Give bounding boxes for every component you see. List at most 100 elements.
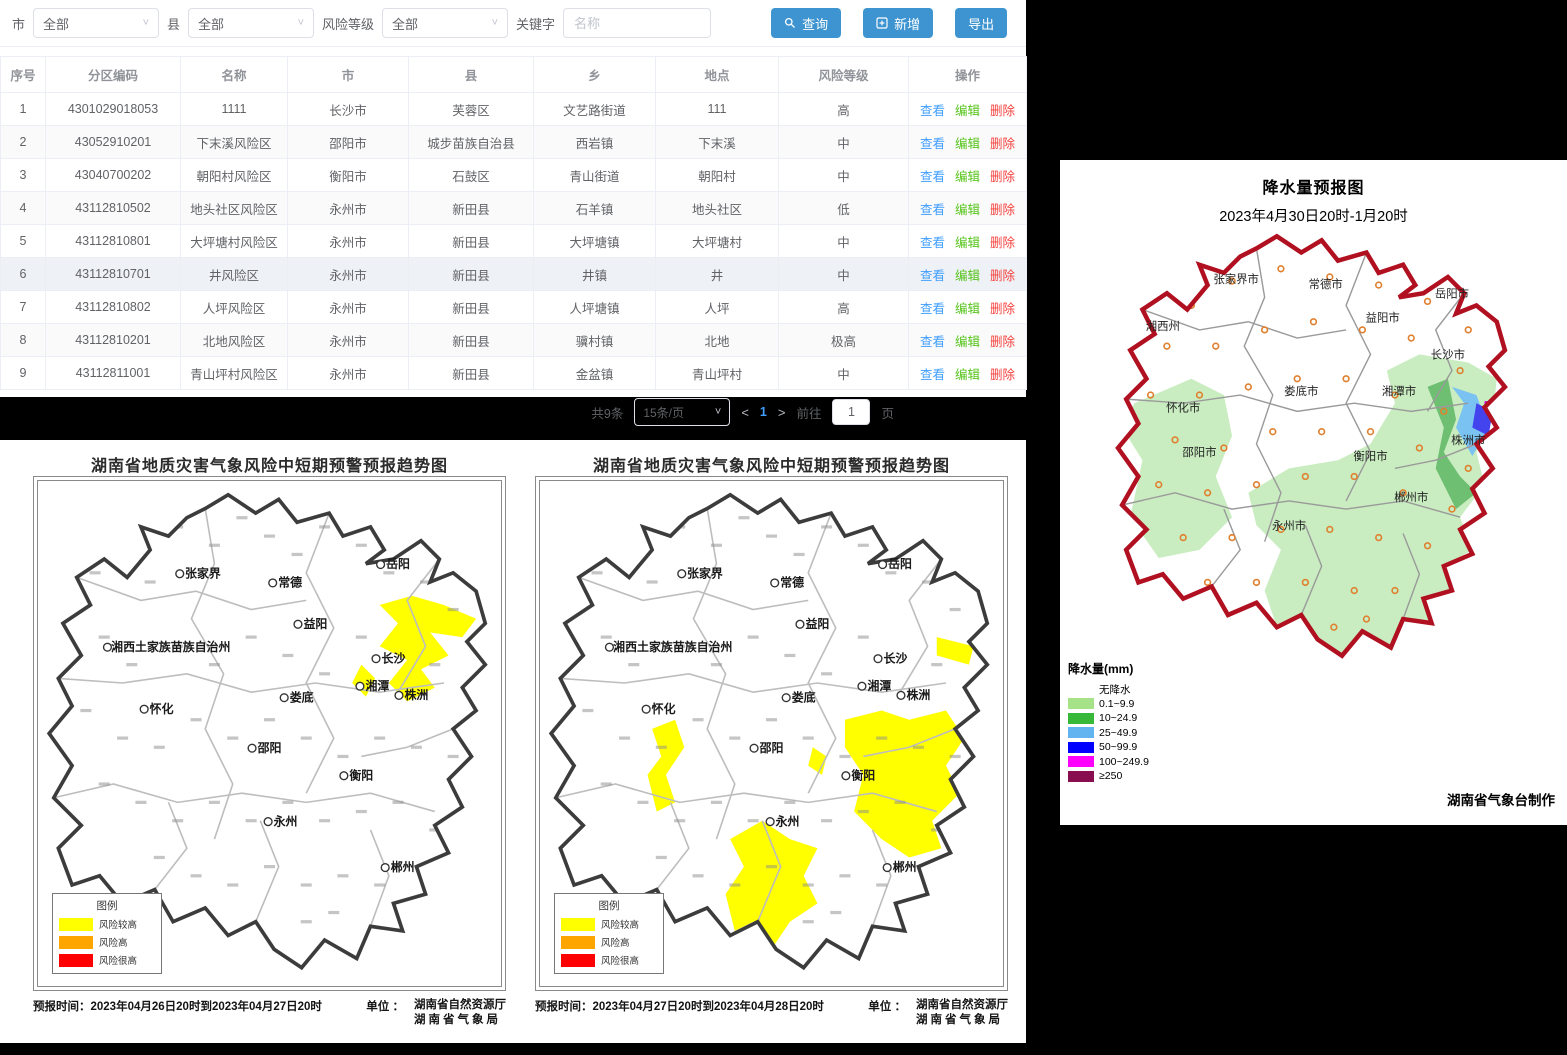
table-cell: 中 — [779, 258, 909, 291]
page-size-select[interactable]: 15条/页 ˅ — [634, 398, 730, 426]
table-cell: 人坪风险区 — [181, 291, 288, 324]
table-cell: 石羊镇 — [534, 192, 656, 225]
plus-square-icon — [876, 17, 888, 29]
table-row: 243052910201下末溪风险区邵阳市城步苗族自治县西岩镇下末溪中查看编辑删… — [1, 126, 1027, 159]
goto-page-input[interactable] — [832, 399, 870, 425]
table-cell: 城步苗族自治县 — [409, 126, 534, 159]
table-cell: 大坪塘镇 — [534, 225, 656, 258]
figure-frame: 张家界常德岳阳湘西土家族苗族自治州益阳长沙湘潭株洲娄底怀化邵阳衡阳永州郴州 图例… — [535, 476, 1008, 991]
legend-swatch — [1068, 771, 1094, 782]
next-page-button[interactable]: > — [778, 405, 786, 420]
table-cell: 青山街道 — [534, 159, 656, 192]
precip-legend-title: 降水量(mm) — [1068, 660, 1149, 677]
keyword-input[interactable] — [563, 8, 711, 38]
delete-link[interactable]: 删除 — [990, 236, 1015, 250]
edit-link[interactable]: 编辑 — [955, 137, 980, 151]
current-page[interactable]: 1 — [760, 405, 767, 419]
view-link[interactable]: 查看 — [920, 368, 945, 382]
table-cell: 朝阳村 — [656, 159, 779, 192]
legend-label: 风险高 — [601, 935, 630, 949]
filter-bar: 市 全部 ˅ 县 全部 ˅ 风险等级 全部 ˅ 关键字 查询 — [0, 0, 1026, 47]
svg-text:常德: 常德 — [780, 576, 804, 590]
delete-link[interactable]: 删除 — [990, 269, 1015, 283]
svg-text:株洲: 株洲 — [404, 688, 428, 702]
legend-label: 100~249.9 — [1099, 756, 1149, 768]
keyword-filter-label: 关键字 — [516, 14, 555, 33]
table-cell: 大坪塘村风险区 — [181, 225, 288, 258]
legend-label: 25~49.9 — [1099, 727, 1137, 739]
svg-text:张家界市: 张家界市 — [1213, 272, 1259, 286]
edit-link[interactable]: 编辑 — [955, 104, 980, 118]
edit-link[interactable]: 编辑 — [955, 269, 980, 283]
svg-text:岳阳: 岳阳 — [386, 557, 410, 571]
table-cell: 6 — [1, 258, 46, 291]
view-link[interactable]: 查看 — [920, 236, 945, 250]
svg-text:郴州: 郴州 — [391, 860, 415, 874]
svg-text:湘潭市: 湘潭市 — [1382, 384, 1416, 398]
forecast-time: 预报时间：2023年04月27日20时到2023年04月28日20时 — [535, 998, 824, 1028]
edit-link[interactable]: 编辑 — [955, 335, 980, 349]
chevron-down-icon: ˅ — [298, 17, 304, 29]
legend-swatch — [1068, 713, 1094, 724]
view-link[interactable]: 查看 — [920, 203, 945, 217]
table-cell: 永州市 — [288, 291, 409, 324]
goto-label: 前往 — [796, 403, 821, 422]
svg-text:张家界: 张家界 — [687, 566, 723, 580]
figure-title: 湖南省地质灾害气象风险中短期预警预报趋势图 — [33, 452, 506, 474]
legend-label: 0.1~9.9 — [1099, 698, 1134, 710]
actions-cell: 查看编辑删除 — [909, 93, 1027, 126]
view-link[interactable]: 查看 — [920, 335, 945, 349]
county-select[interactable]: 全部 ˅ — [188, 8, 314, 38]
delete-link[interactable]: 删除 — [990, 137, 1015, 151]
edit-link[interactable]: 编辑 — [955, 302, 980, 316]
add-button-label: 新增 — [894, 14, 920, 33]
table-cell: 地头社区 — [656, 192, 779, 225]
svg-text:郴州: 郴州 — [893, 860, 917, 874]
actions-cell: 查看编辑删除 — [909, 192, 1027, 225]
export-button[interactable]: 导出 — [955, 8, 1007, 38]
city-filter-label: 市 — [12, 14, 25, 33]
delete-link[interactable]: 删除 — [990, 203, 1015, 217]
edit-link[interactable]: 编辑 — [955, 368, 980, 382]
prev-page-button[interactable]: < — [741, 405, 749, 420]
legend-label: 10~24.9 — [1099, 712, 1137, 724]
table-cell: 43112810802 — [46, 291, 181, 324]
legend-title: 图例 — [561, 898, 657, 913]
table-cell: 新田县 — [409, 258, 534, 291]
delete-link[interactable]: 删除 — [990, 170, 1015, 184]
view-link[interactable]: 查看 — [920, 137, 945, 151]
chevron-down-icon: ˅ — [492, 17, 498, 29]
edit-link[interactable]: 编辑 — [955, 236, 980, 250]
figure-legend: 图例 风险较高风险高风险很高 — [52, 893, 162, 974]
svg-text:长沙: 长沙 — [884, 651, 908, 665]
legend-label: ≥250 — [1099, 770, 1122, 782]
edit-link[interactable]: 编辑 — [955, 170, 980, 184]
legend-label: 风险较高 — [99, 917, 137, 931]
legend-entry: 10~24.9 — [1068, 711, 1149, 726]
delete-link[interactable]: 删除 — [990, 302, 1015, 316]
unit-line1: 湖南省自然资源厅 — [916, 998, 1008, 1013]
delete-link[interactable]: 删除 — [990, 368, 1015, 382]
table-cell: 新田县 — [409, 192, 534, 225]
delete-link[interactable]: 删除 — [990, 104, 1015, 118]
view-link[interactable]: 查看 — [920, 302, 945, 316]
table-cell: 井风险区 — [181, 258, 288, 291]
edit-link[interactable]: 编辑 — [955, 203, 980, 217]
table-cell: 井镇 — [534, 258, 656, 291]
delete-link[interactable]: 删除 — [990, 335, 1015, 349]
table-cell: 43112810801 — [46, 225, 181, 258]
forecast-time: 预报时间：2023年04月26日20时到2023年04月27日20时 — [33, 998, 322, 1028]
unit-line1: 湖南省自然资源厅 — [414, 998, 506, 1013]
view-link[interactable]: 查看 — [920, 170, 945, 184]
legend-entry: 风险很高 — [561, 953, 657, 967]
figure-footer: 预报时间：2023年04月26日20时到2023年04月27日20时 单位 ： … — [33, 998, 506, 1028]
search-button[interactable]: 查询 — [771, 8, 841, 38]
city-select[interactable]: 全部 ˅ — [33, 8, 159, 38]
add-button[interactable]: 新增 — [863, 8, 933, 38]
table-cell: 3 — [1, 159, 46, 192]
view-link[interactable]: 查看 — [920, 269, 945, 283]
svg-text:邵阳市: 邵阳市 — [1182, 445, 1216, 459]
risk-level-select[interactable]: 全部 ˅ — [382, 8, 508, 38]
view-link[interactable]: 查看 — [920, 104, 945, 118]
risk-forecast-figures-panel: 湖南省地质灾害气象风险中短期预警预报趋势图 张家界常德岳阳湘西土家族苗族自治州益… — [0, 440, 1026, 1043]
